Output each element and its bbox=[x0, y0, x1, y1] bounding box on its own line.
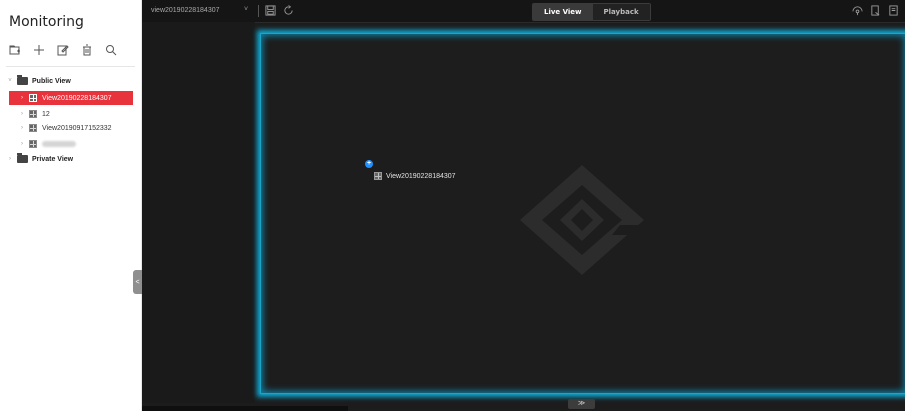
tree-item-label: Private View bbox=[32, 155, 74, 163]
expand-bottom-panel-button[interactable]: ≫ bbox=[568, 399, 595, 409]
window-view-name: View20190228184307 bbox=[386, 172, 456, 180]
chevron-right-icon[interactable]: › bbox=[18, 125, 26, 131]
left-panel: Monitoring ˅ Public View › View201902281… bbox=[0, 0, 142, 411]
toolbar-divider bbox=[6, 66, 135, 67]
tree-folder-public-view[interactable]: ˅ Public View bbox=[0, 74, 141, 88]
tree-item-label: View20190228184307 bbox=[42, 94, 112, 102]
tree-folder-private-view[interactable]: › Private View bbox=[0, 152, 141, 166]
tree-item-label: View20190917152332 bbox=[42, 124, 112, 132]
preview-side-strip bbox=[142, 22, 255, 403]
blurred-label bbox=[42, 141, 76, 147]
export-icon[interactable] bbox=[870, 5, 881, 16]
divider bbox=[258, 5, 259, 17]
tree-item-view-selected[interactable]: › View20190228184307 bbox=[9, 91, 133, 105]
chevron-down-icon[interactable]: ˅ bbox=[244, 6, 248, 13]
tab-playback[interactable]: Playback bbox=[592, 4, 650, 20]
view-icon bbox=[29, 110, 37, 118]
folder-icon bbox=[17, 153, 28, 163]
add-icon[interactable] bbox=[33, 44, 45, 56]
edit-icon[interactable] bbox=[57, 44, 69, 56]
view-icon bbox=[29, 94, 37, 102]
add-window-badge[interactable]: + bbox=[365, 160, 373, 168]
chevron-down-icon[interactable]: ˅ bbox=[6, 78, 14, 84]
chevron-right-icon[interactable]: › bbox=[18, 141, 26, 147]
view-mode-tabs: Live View Playback bbox=[532, 3, 651, 21]
ptz-icon[interactable] bbox=[852, 5, 863, 16]
tab-live-view[interactable]: Live View bbox=[533, 4, 593, 20]
tree-item-view[interactable]: › View20190917152332 bbox=[0, 121, 141, 135]
chevron-right-icon[interactable]: › bbox=[18, 111, 26, 117]
tree-item-label: Public View bbox=[32, 77, 71, 85]
refresh-icon[interactable] bbox=[283, 5, 294, 16]
view-icon bbox=[29, 124, 37, 132]
top-right-tools bbox=[852, 5, 899, 16]
tree-toolbar bbox=[9, 44, 117, 56]
tree-item-label: 12 bbox=[42, 110, 50, 118]
chevron-right-icon[interactable]: › bbox=[6, 156, 14, 162]
search-icon[interactable] bbox=[105, 44, 117, 56]
view-icon bbox=[374, 172, 382, 180]
main-area: view20190228184307 ˅ Live View Playback bbox=[142, 0, 905, 411]
view-icon bbox=[29, 140, 37, 148]
chevron-right-icon[interactable]: › bbox=[18, 95, 26, 101]
new-folder-icon[interactable] bbox=[9, 44, 21, 56]
tree-item-view[interactable]: › 12 bbox=[0, 107, 141, 121]
save-icon[interactable] bbox=[265, 5, 276, 16]
delete-icon[interactable] bbox=[81, 44, 93, 56]
folder-icon bbox=[17, 75, 28, 85]
watermark-logo-icon bbox=[520, 165, 644, 275]
tree-item-view[interactable]: › bbox=[0, 137, 141, 151]
window-view-label: View20190228184307 bbox=[374, 172, 456, 180]
top-bar: view20190228184307 ˅ Live View Playback bbox=[142, 0, 905, 23]
collapse-panel-handle[interactable]: < bbox=[133, 270, 142, 294]
fullscreen-icon[interactable] bbox=[888, 5, 899, 16]
page-title: Monitoring bbox=[9, 14, 84, 30]
bottom-strip bbox=[142, 406, 348, 411]
current-view-name[interactable]: view20190228184307 bbox=[151, 7, 220, 14]
